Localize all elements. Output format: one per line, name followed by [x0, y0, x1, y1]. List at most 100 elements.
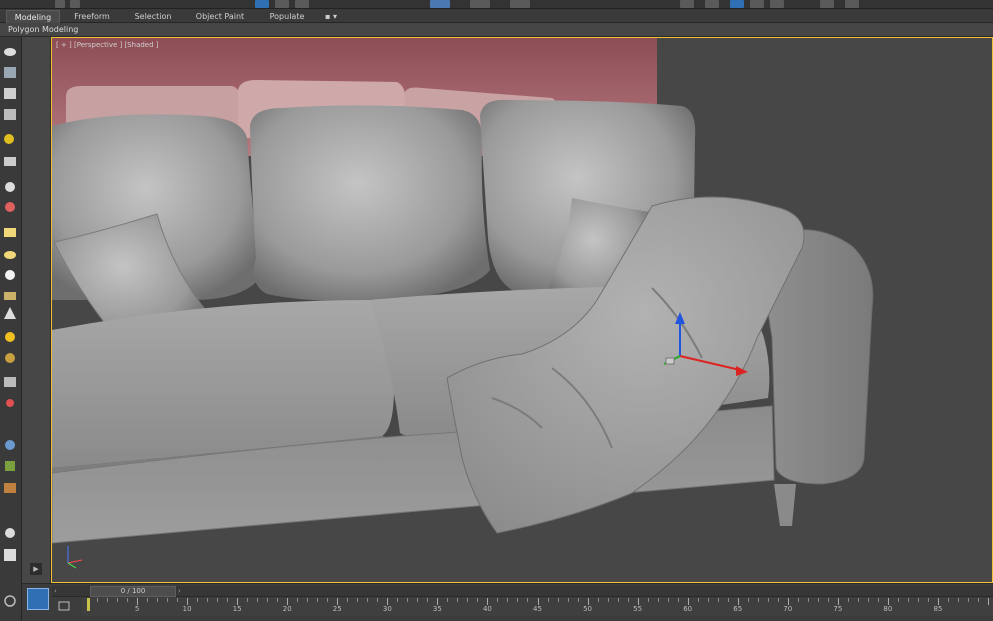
display-icon[interactable]	[4, 134, 14, 144]
sphere-icon[interactable]	[5, 270, 15, 280]
timeline-tick	[167, 598, 169, 602]
timeline-tick	[577, 598, 579, 602]
timeline-tick	[567, 598, 569, 602]
next-frame-icon[interactable]: ›	[178, 586, 181, 597]
timeline-tick	[507, 598, 509, 602]
timeline-tick	[897, 598, 899, 602]
timeline-tick	[877, 598, 879, 602]
timeline-tick	[777, 598, 779, 602]
layer-icon[interactable]	[705, 0, 719, 8]
material-editor-icon[interactable]	[770, 0, 784, 8]
tab-selection[interactable]: Selection	[126, 10, 180, 23]
timeline-tick-label: 80	[883, 605, 893, 613]
plant-icon[interactable]	[5, 461, 15, 471]
world-axis-icon	[67, 546, 83, 569]
spacewarp-icon[interactable]	[5, 353, 15, 363]
render-icon[interactable]	[4, 549, 16, 561]
key-filter-icon[interactable]	[58, 600, 70, 612]
timeline-tick	[187, 598, 189, 605]
viewport-label[interactable]: [ + ] [Perspective ] [Shaded ]	[56, 41, 159, 49]
sound-icon[interactable]	[5, 202, 15, 212]
curve-editor-icon[interactable]	[730, 0, 744, 8]
render-setup-icon[interactable]	[820, 0, 834, 8]
set-key-button[interactable]	[27, 588, 49, 610]
timeline-tick	[117, 598, 119, 602]
timeline-tick	[97, 598, 98, 602]
timeline-tick	[917, 598, 919, 602]
undo-icon[interactable]	[55, 0, 65, 8]
material-icon[interactable]	[5, 528, 15, 538]
timeline-tick	[357, 598, 359, 602]
timeline-tick	[647, 598, 649, 602]
timeline-tick	[547, 598, 549, 602]
rotate-icon[interactable]	[295, 0, 309, 8]
timeline-tick	[677, 598, 679, 602]
play-icon[interactable]: ▶	[30, 563, 42, 575]
tab-object-paint[interactable]: Object Paint	[186, 10, 254, 23]
align-icon[interactable]	[680, 0, 694, 8]
tab-modeling[interactable]: Modeling	[6, 10, 60, 23]
timeline-tick	[327, 598, 329, 602]
timeline-tick	[637, 598, 639, 605]
timeline-tick	[767, 598, 769, 602]
hair-icon[interactable]	[4, 483, 16, 493]
select-icon[interactable]	[255, 0, 269, 8]
timeline-tick	[197, 598, 199, 602]
ribbon-options-icon[interactable]: ▪ ▾	[320, 10, 342, 23]
help-icon[interactable]	[4, 595, 16, 607]
plane-icon[interactable]	[4, 228, 16, 237]
track-bar[interactable]: 5 10 15 20 25 30 35 40 45 50 55 60 65 70 75 80 85	[82, 598, 993, 616]
camera-icon[interactable]	[5, 182, 15, 192]
timeline-tick	[697, 598, 699, 602]
helper-icon[interactable]	[5, 332, 15, 342]
timeline-tick	[217, 598, 219, 602]
timeline-tick	[237, 598, 239, 605]
timeline-tick	[837, 598, 839, 605]
main-toolbar	[0, 0, 993, 9]
timeline-tick	[627, 598, 629, 602]
current-frame-marker[interactable]	[87, 598, 90, 611]
timeline-tick	[417, 598, 419, 602]
utilities-icon[interactable]	[4, 157, 16, 166]
polygon-modeling-label[interactable]: Polygon Modeling	[8, 23, 78, 37]
timeline-tick-label: 50	[583, 605, 593, 613]
timeline-tick	[607, 598, 609, 602]
tab-populate[interactable]: Populate	[262, 10, 312, 23]
snap-icon[interactable]	[470, 0, 490, 8]
time-slider[interactable]: ‹ 0 / 100 ›	[52, 586, 993, 597]
particles-icon[interactable]	[6, 399, 14, 407]
prev-frame-icon[interactable]: ‹	[54, 586, 57, 597]
timeline-tick-label: 55	[633, 605, 643, 613]
command-icons	[4, 48, 16, 607]
redo-icon[interactable]	[70, 0, 80, 8]
timeline-tick	[557, 598, 559, 602]
mirror-icon[interactable]	[510, 0, 530, 8]
timeline-tick	[747, 598, 749, 602]
timeline-tick-label: 85	[933, 605, 943, 613]
timeline-tick	[537, 598, 539, 605]
timeline-tick	[137, 598, 139, 605]
box-icon[interactable]	[4, 251, 16, 259]
motion-icon[interactable]	[4, 109, 16, 120]
timeline-tick	[737, 598, 739, 605]
timeline-tick	[597, 598, 599, 602]
systems-icon[interactable]	[4, 377, 16, 387]
tab-freeform[interactable]: Freeform	[64, 10, 120, 23]
modify-icon[interactable]	[4, 67, 16, 78]
create-icon[interactable]	[4, 48, 16, 56]
timeline-tick	[257, 598, 259, 602]
hierarchy-icon[interactable]	[4, 88, 16, 99]
render-icon[interactable]	[845, 0, 859, 8]
perspective-viewport[interactable]: [ + ] [Perspective ] [Shaded ]	[51, 37, 993, 583]
timeline-tick	[707, 598, 709, 602]
globe-icon[interactable]	[5, 440, 15, 450]
scale-icon[interactable]	[430, 0, 450, 8]
timeline-tick-label: 45	[533, 605, 542, 613]
timeline-tick	[667, 598, 669, 602]
light-icon[interactable]	[4, 307, 16, 319]
schematic-icon[interactable]	[750, 0, 764, 8]
timeline-tick	[337, 598, 339, 605]
cone-icon[interactable]	[4, 292, 16, 300]
time-slider-thumb[interactable]: 0 / 100	[90, 586, 176, 597]
move-icon[interactable]	[275, 0, 289, 8]
